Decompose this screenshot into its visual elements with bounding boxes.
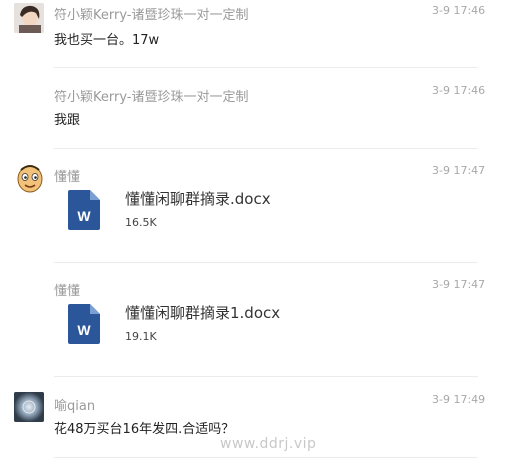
- message-item: 懂懂 3-9 17:47 W 懂懂闲聊群摘录1.docx 19.1K: [0, 262, 527, 377]
- watermark: www.ddrj.vip: [220, 436, 317, 452]
- svg-text:W: W: [77, 322, 91, 338]
- message-timestamp: 3-9 17:46: [432, 84, 486, 97]
- message-item: 懂懂 3-9 17:47 W 懂懂闲聊群摘录.docx 16.5K: [0, 148, 527, 263]
- message-item: 喻qian 3-9 17:49 花48万买台16年发四.合适吗？: [0, 377, 527, 466]
- sender-name: 懂懂: [54, 170, 81, 185]
- message-timestamp: 3-9 17:49: [432, 393, 486, 406]
- sender-name: 懂懂: [54, 284, 81, 299]
- sender-name: 符小颖Kerry-诸暨珍珠一对一定制: [54, 90, 249, 105]
- file-attachment[interactable]: W 懂懂闲聊群摘录.docx 16.5K: [68, 188, 308, 238]
- avatar[interactable]: [14, 162, 46, 194]
- file-size: 16.5K: [125, 216, 157, 229]
- file-name: 懂懂闲聊群摘录1.docx: [125, 304, 281, 322]
- message-timestamp: 3-9 17:47: [432, 278, 486, 291]
- message-text[interactable]: 花48万买台16年发四.合适吗？: [54, 418, 234, 437]
- avatar[interactable]: [14, 3, 44, 33]
- word-doc-icon: W: [68, 304, 100, 344]
- file-name: 懂懂闲聊群摘录.docx: [125, 190, 271, 208]
- file-attachment[interactable]: W 懂懂闲聊群摘录1.docx 19.1K: [68, 302, 308, 352]
- message-timestamp: 3-9 17:46: [432, 4, 486, 17]
- message-text[interactable]: 我跟: [54, 109, 80, 128]
- word-doc-icon: W: [68, 190, 100, 230]
- avatar[interactable]: [14, 392, 44, 422]
- sender-name: 符小颖Kerry-诸暨珍珠一对一定制: [54, 8, 249, 23]
- message-item: 符小颖Kerry-诸暨珍珠一对一定制 3-9 17:46 我也买一台。17w: [0, 0, 527, 68]
- message-timestamp: 3-9 17:47: [432, 164, 486, 177]
- divider: [54, 457, 478, 458]
- file-size: 19.1K: [125, 330, 157, 343]
- message-item: 符小颖Kerry-诸暨珍珠一对一定制 3-9 17:46 我跟: [0, 68, 527, 149]
- svg-text:W: W: [77, 208, 91, 224]
- message-text[interactable]: 我也买一台。17w: [54, 29, 159, 48]
- sender-name: 喻qian: [54, 399, 96, 414]
